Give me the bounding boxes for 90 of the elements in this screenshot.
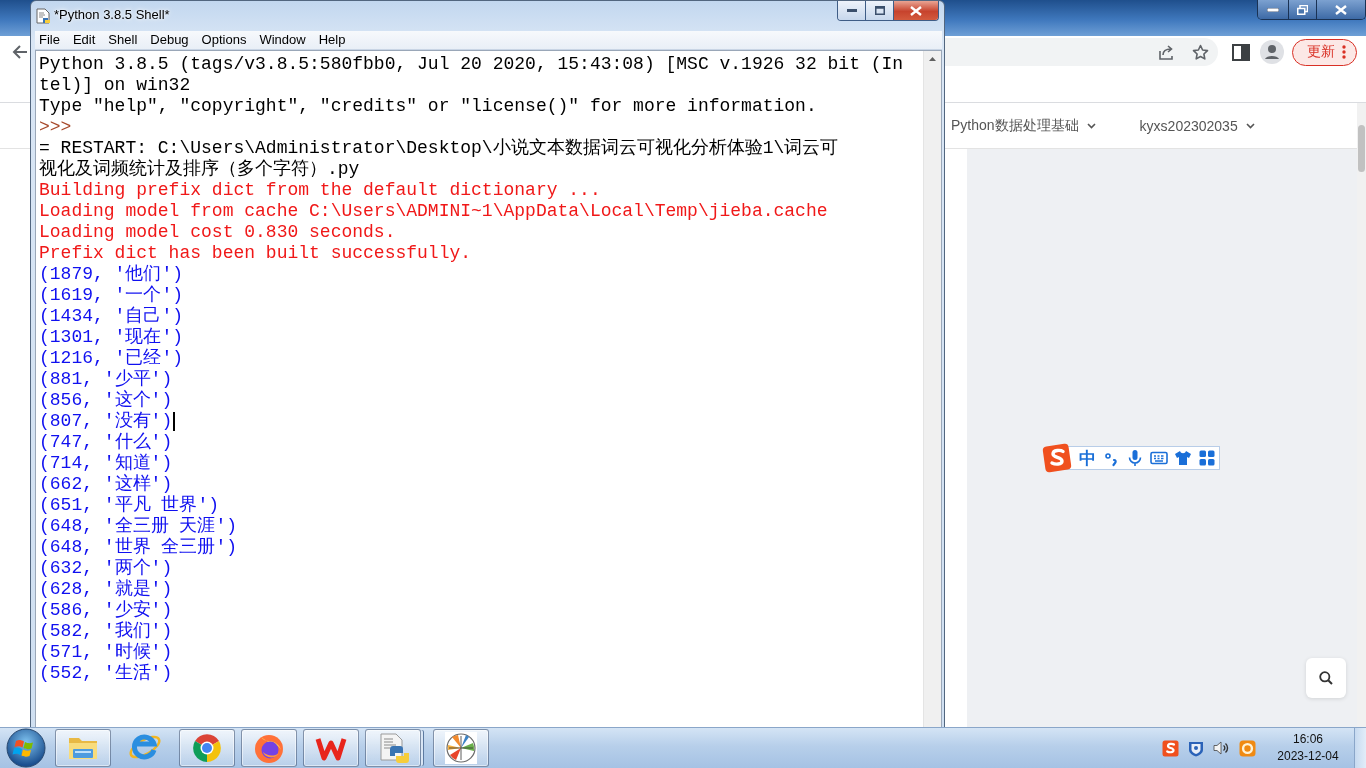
banner-text-line: tel)] on win32 xyxy=(39,75,191,96)
output-line: (582, '我们') xyxy=(39,621,173,642)
update-button[interactable]: 更新 xyxy=(1292,38,1357,66)
shield-icon[interactable] xyxy=(1188,739,1204,757)
output-line: (881, '少平') xyxy=(39,369,173,390)
menu-item[interactable]: Options xyxy=(197,31,252,49)
minimize-button[interactable] xyxy=(1258,0,1289,19)
restart-message-line: = RESTART: C:\Users\Administrator\Desktop\小说文本数据词云可视化分析体验1\词云可 xyxy=(39,138,839,159)
script-file-icon xyxy=(377,732,409,764)
menu-item[interactable]: Edit xyxy=(68,31,101,49)
close-icon xyxy=(1335,4,1347,15)
vertical-scrollbar[interactable] xyxy=(923,51,941,727)
error-output-line: Building prefix dict from the default dictionary ... xyxy=(39,180,601,201)
output-line: (1619, '一个') xyxy=(39,285,184,306)
output-line: (662, '这样') xyxy=(39,474,173,495)
minimize-button[interactable] xyxy=(838,1,866,20)
script-file-icon xyxy=(35,8,51,24)
taskbar-button[interactable] xyxy=(241,729,297,767)
output-line: (648, '全三册 天涯') xyxy=(39,516,238,537)
minimize-icon xyxy=(846,9,857,12)
keyboard-icon[interactable] xyxy=(1150,449,1168,467)
page-scrollbar[interactable] xyxy=(1357,103,1366,727)
restore-icon xyxy=(1297,4,1308,15)
output-line: (1434, '自己') xyxy=(39,306,184,327)
restart-message-line: 视化及词频统计及排序（多个字符）.py xyxy=(39,159,360,180)
error-output-line: Prefix dict has been built successfully. xyxy=(39,243,472,264)
error-output-line: Loading model cost 0.830 seconds. xyxy=(39,222,396,243)
close-button[interactable] xyxy=(894,1,938,20)
search-icon xyxy=(1319,671,1333,685)
s-logo-icon[interactable] xyxy=(1042,443,1072,473)
output-line: (632, '两个') xyxy=(39,558,173,579)
t-shirt-icon[interactable] xyxy=(1174,449,1192,467)
output-line: (856, '这个') xyxy=(39,390,173,411)
fox-globe-icon xyxy=(253,732,285,764)
start-orb-icon[interactable] xyxy=(3,728,49,768)
output-line: (714, '知道') xyxy=(39,453,173,474)
output-line: (571, '时候') xyxy=(39,642,173,663)
chevron-down-icon xyxy=(1245,122,1255,129)
s-logo-icon[interactable] xyxy=(1162,739,1179,757)
error-output-line: Loading model from cache C:\Users\ADMINI~1\AppData\Local\Temp\jieba.cache xyxy=(39,201,828,222)
output-line: (628, '就是') xyxy=(39,579,173,600)
restore-button[interactable] xyxy=(1289,0,1317,19)
banner-text-line: Type "help", "copyright", "credits" or "license()" for more information. xyxy=(39,96,817,117)
grid-icon[interactable] xyxy=(1198,449,1216,467)
close-icon xyxy=(910,5,922,16)
output-line: (747, '什么') xyxy=(39,432,173,453)
scroll-up-arrow-icon[interactable] xyxy=(929,57,936,61)
maximize-button[interactable] xyxy=(866,1,894,20)
taskbar-button[interactable] xyxy=(179,729,235,767)
nav-dropdown[interactable]: kyxs202302035 xyxy=(1139,117,1255,134)
round-browser-icon xyxy=(191,732,223,764)
menu-item[interactable]: File xyxy=(35,31,65,49)
taskbar-button[interactable] xyxy=(55,729,111,767)
menu-item[interactable]: Shell xyxy=(104,31,143,49)
banner-text-line: Python 3.8.5 (tags/v3.8.5:580fbb0, Jul 20 2020, 15:43:08) [MSC v.1926 32 bit (In xyxy=(39,54,904,75)
output-line: (586, '少安') xyxy=(39,600,173,621)
search-button[interactable] xyxy=(1306,658,1346,698)
volume-icon[interactable] xyxy=(1213,740,1230,756)
side-panel-icon[interactable] xyxy=(1232,43,1250,61)
kebab-menu-icon xyxy=(1342,45,1346,59)
back-arrow-icon[interactable] xyxy=(12,44,28,60)
chevron-down-icon xyxy=(1086,122,1096,129)
output-line: (552, '生活') xyxy=(39,663,173,684)
input-mode-button[interactable]: 中 xyxy=(1078,448,1096,468)
output-line: (1301, '现在') xyxy=(39,327,184,348)
close-button[interactable] xyxy=(1317,0,1365,19)
ring-tile-icon[interactable] xyxy=(1239,739,1256,757)
output-line: (807, '没有') xyxy=(39,411,173,432)
share-icon[interactable] xyxy=(1158,44,1175,60)
clock-date: 2023-12-04 xyxy=(1277,748,1339,765)
window-title: *Python 3.8.5 Shell* xyxy=(54,7,170,22)
avatar-icon[interactable] xyxy=(1260,40,1284,64)
taskbar-button[interactable] xyxy=(303,729,359,767)
nav-dropdown[interactable]: Python数据处理基础 xyxy=(951,116,1096,135)
microphone-icon[interactable] xyxy=(1126,449,1144,467)
menu-item[interactable]: Debug xyxy=(146,31,194,49)
clock-time: 16:06 xyxy=(1293,731,1323,748)
star-icon[interactable] xyxy=(1192,43,1209,61)
taskbar-button[interactable] xyxy=(433,729,489,767)
menu-item[interactable]: Window xyxy=(255,31,311,49)
output-line: (648, '世界 全三册') xyxy=(39,537,238,558)
output-line: (1216, '已经') xyxy=(39,348,184,369)
minimize-icon xyxy=(1267,7,1279,12)
maximize-icon xyxy=(874,6,885,15)
output-line: (1879, '他们') xyxy=(39,264,184,285)
menu-item[interactable]: Help xyxy=(314,31,351,49)
polar-chart-icon xyxy=(444,731,478,765)
shell-prompt: >>> xyxy=(39,117,72,138)
output-line: (651, '平凡 世界') xyxy=(39,495,220,516)
taskbar-button[interactable] xyxy=(365,729,421,767)
